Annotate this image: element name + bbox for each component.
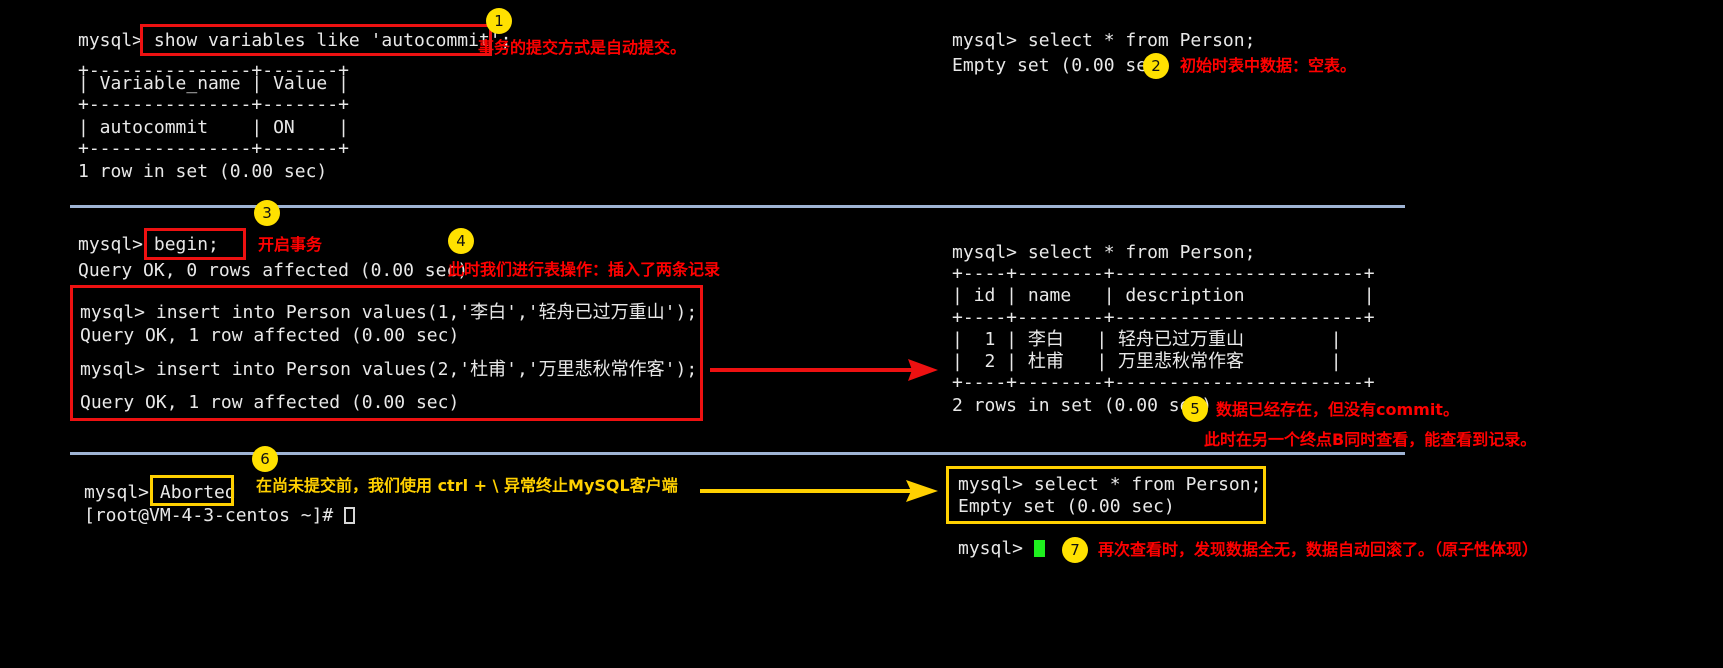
begin-query-result: Query OK, 0 rows affected (0.00 sec) xyxy=(78,260,469,281)
highlight-box-show-variables xyxy=(140,24,492,56)
badge-7: 7 xyxy=(1062,537,1088,563)
terminal-cursor-hollow xyxy=(344,507,356,524)
mysql-prompt-begin: mysql> xyxy=(78,234,154,255)
highlight-box-final-select xyxy=(946,466,1266,524)
shell-prompt-line: [root@VM-4-3-centos ~]# xyxy=(84,503,356,528)
highlight-box-inserts xyxy=(70,285,703,421)
row-count-1: 1 row in set (0.00 sec) xyxy=(78,161,328,182)
right-terminal-empty-set-1: Empty set (0.00 sec) xyxy=(952,55,1169,76)
screenshot-root: mysql> show variables like 'autocommit';… xyxy=(0,0,1723,668)
table-border-bottom-1: +---------------+-------+ xyxy=(78,138,349,159)
annotation-1-text: 事务的提交方式是自动提交。 xyxy=(478,38,687,57)
badge-6: 6 xyxy=(252,446,278,472)
arrow-red-inserts-to-table xyxy=(710,359,938,381)
table-border-mid-1: +---------------+-------+ xyxy=(78,94,349,115)
badge-3: 3 xyxy=(254,200,280,226)
badge-5: 5 xyxy=(1182,396,1208,422)
terminal-cursor-green xyxy=(1033,540,1045,557)
badge-1: 1 xyxy=(486,8,512,34)
arrow-yellow-to-right-terminal xyxy=(700,480,938,502)
badge-4: 4 xyxy=(448,228,474,254)
mysql-prompt-aborted: mysql> xyxy=(84,482,160,503)
annotation-7-text: 再次查看时，发现数据全无，数据自动回滚了。（原子性体现） xyxy=(1098,540,1539,559)
table-border-bottom-2: +----+--------+-----------------------+ xyxy=(952,372,1375,393)
annotation-5-line1: 数据已经存在，但没有commit。 xyxy=(1216,400,1459,419)
highlight-box-aborted xyxy=(150,475,234,506)
annotation-5-line2: 此时在另一个终点B同时查看，能查看到记录。 xyxy=(1204,430,1537,449)
row-count-2: 2 rows in set (0.00 sec) xyxy=(952,395,1213,416)
annotation-4-text: 此时我们进行表操作：插入了两条记录 xyxy=(448,260,721,279)
highlight-box-begin xyxy=(144,228,246,260)
shell-prompt: [root@VM-4-3-centos ~]# xyxy=(84,505,345,526)
annotation-3-text: 开启事务 xyxy=(258,235,323,254)
badge-2: 2 xyxy=(1143,53,1169,79)
annotation-6-text: 在尚未提交前，我们使用 ctrl + \ 异常终止MySQL客户端 xyxy=(256,476,678,495)
mysql-prompt-final: mysql> xyxy=(958,538,1034,559)
right-terminal-select-1: mysql> select * from Person; xyxy=(952,30,1256,51)
terminal-line-final-prompt: mysql> xyxy=(958,536,1045,561)
annotation-2-text: 初始时表中数据：空表。 xyxy=(1180,56,1357,75)
